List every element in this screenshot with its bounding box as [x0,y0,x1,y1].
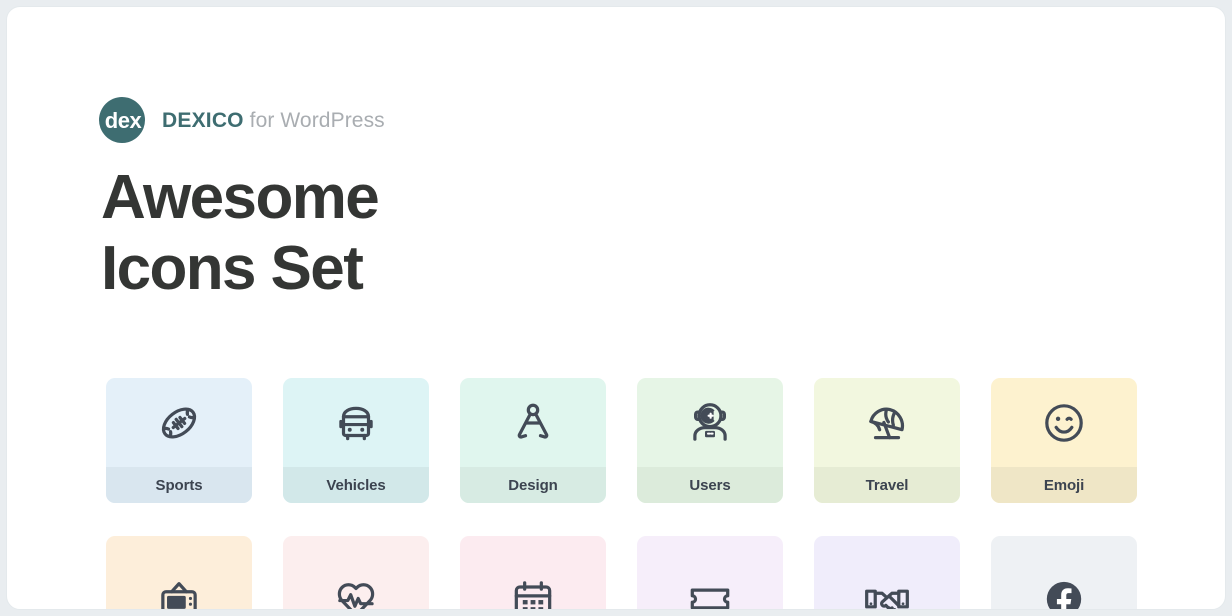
icon-category-card[interactable] [106,536,252,609]
icon-category-card[interactable]: Emoji [991,378,1137,503]
page-container: dex DEXICO for WordPress Awesome Icons S… [6,6,1226,610]
icon-category-label: Sports [106,467,252,503]
icon-category-label: Users [637,467,783,503]
icon-category-card[interactable] [814,536,960,609]
page-title-line-1: Awesome [101,163,380,232]
icon-category-card[interactable]: Travel [814,378,960,503]
dexico-logo-icon: dex [99,97,145,143]
football-icon [106,378,252,467]
icon-category-label: Vehicles [283,467,429,503]
page-title-line-2: Icons Set [101,233,364,303]
icon-category-card[interactable]: Vehicles [283,378,429,503]
logo-mark-text: dex [104,108,142,133]
icon-category-label: Travel [814,467,960,503]
icon-category-card[interactable]: Users [637,378,783,503]
compass-icon [460,378,606,467]
retro-tv-icon [106,536,252,609]
brand-title: DEXICO for WordPress [162,110,385,131]
icon-category-grid: Sports Vehicles Design Users Travel Emoj… [106,378,1141,609]
icon-category-label: Design [460,467,606,503]
wink-smiley-icon [991,378,1137,467]
brand-lockup: dex DEXICO for WordPress [99,93,385,147]
page-title: Awesome Icons Set [101,163,380,304]
handshake-icon [814,536,960,609]
icon-category-card[interactable]: Design [460,378,606,503]
icon-category-label: Emoji [991,467,1137,503]
icon-category-card[interactable] [283,536,429,609]
brand-suffix: for WordPress [243,108,385,132]
ticket-icon [637,536,783,609]
icon-category-card[interactable] [637,536,783,609]
astronaut-icon [637,378,783,467]
facebook-icon [991,536,1137,609]
bus-icon [283,378,429,467]
calendar-icon [460,536,606,609]
icon-category-card[interactable] [460,536,606,609]
brand-name: DEXICO [162,108,244,132]
icon-category-card[interactable]: Sports [106,378,252,503]
icon-category-card[interactable] [991,536,1137,609]
beach-umbrella-icon [814,378,960,467]
heartbeat-icon [283,536,429,609]
